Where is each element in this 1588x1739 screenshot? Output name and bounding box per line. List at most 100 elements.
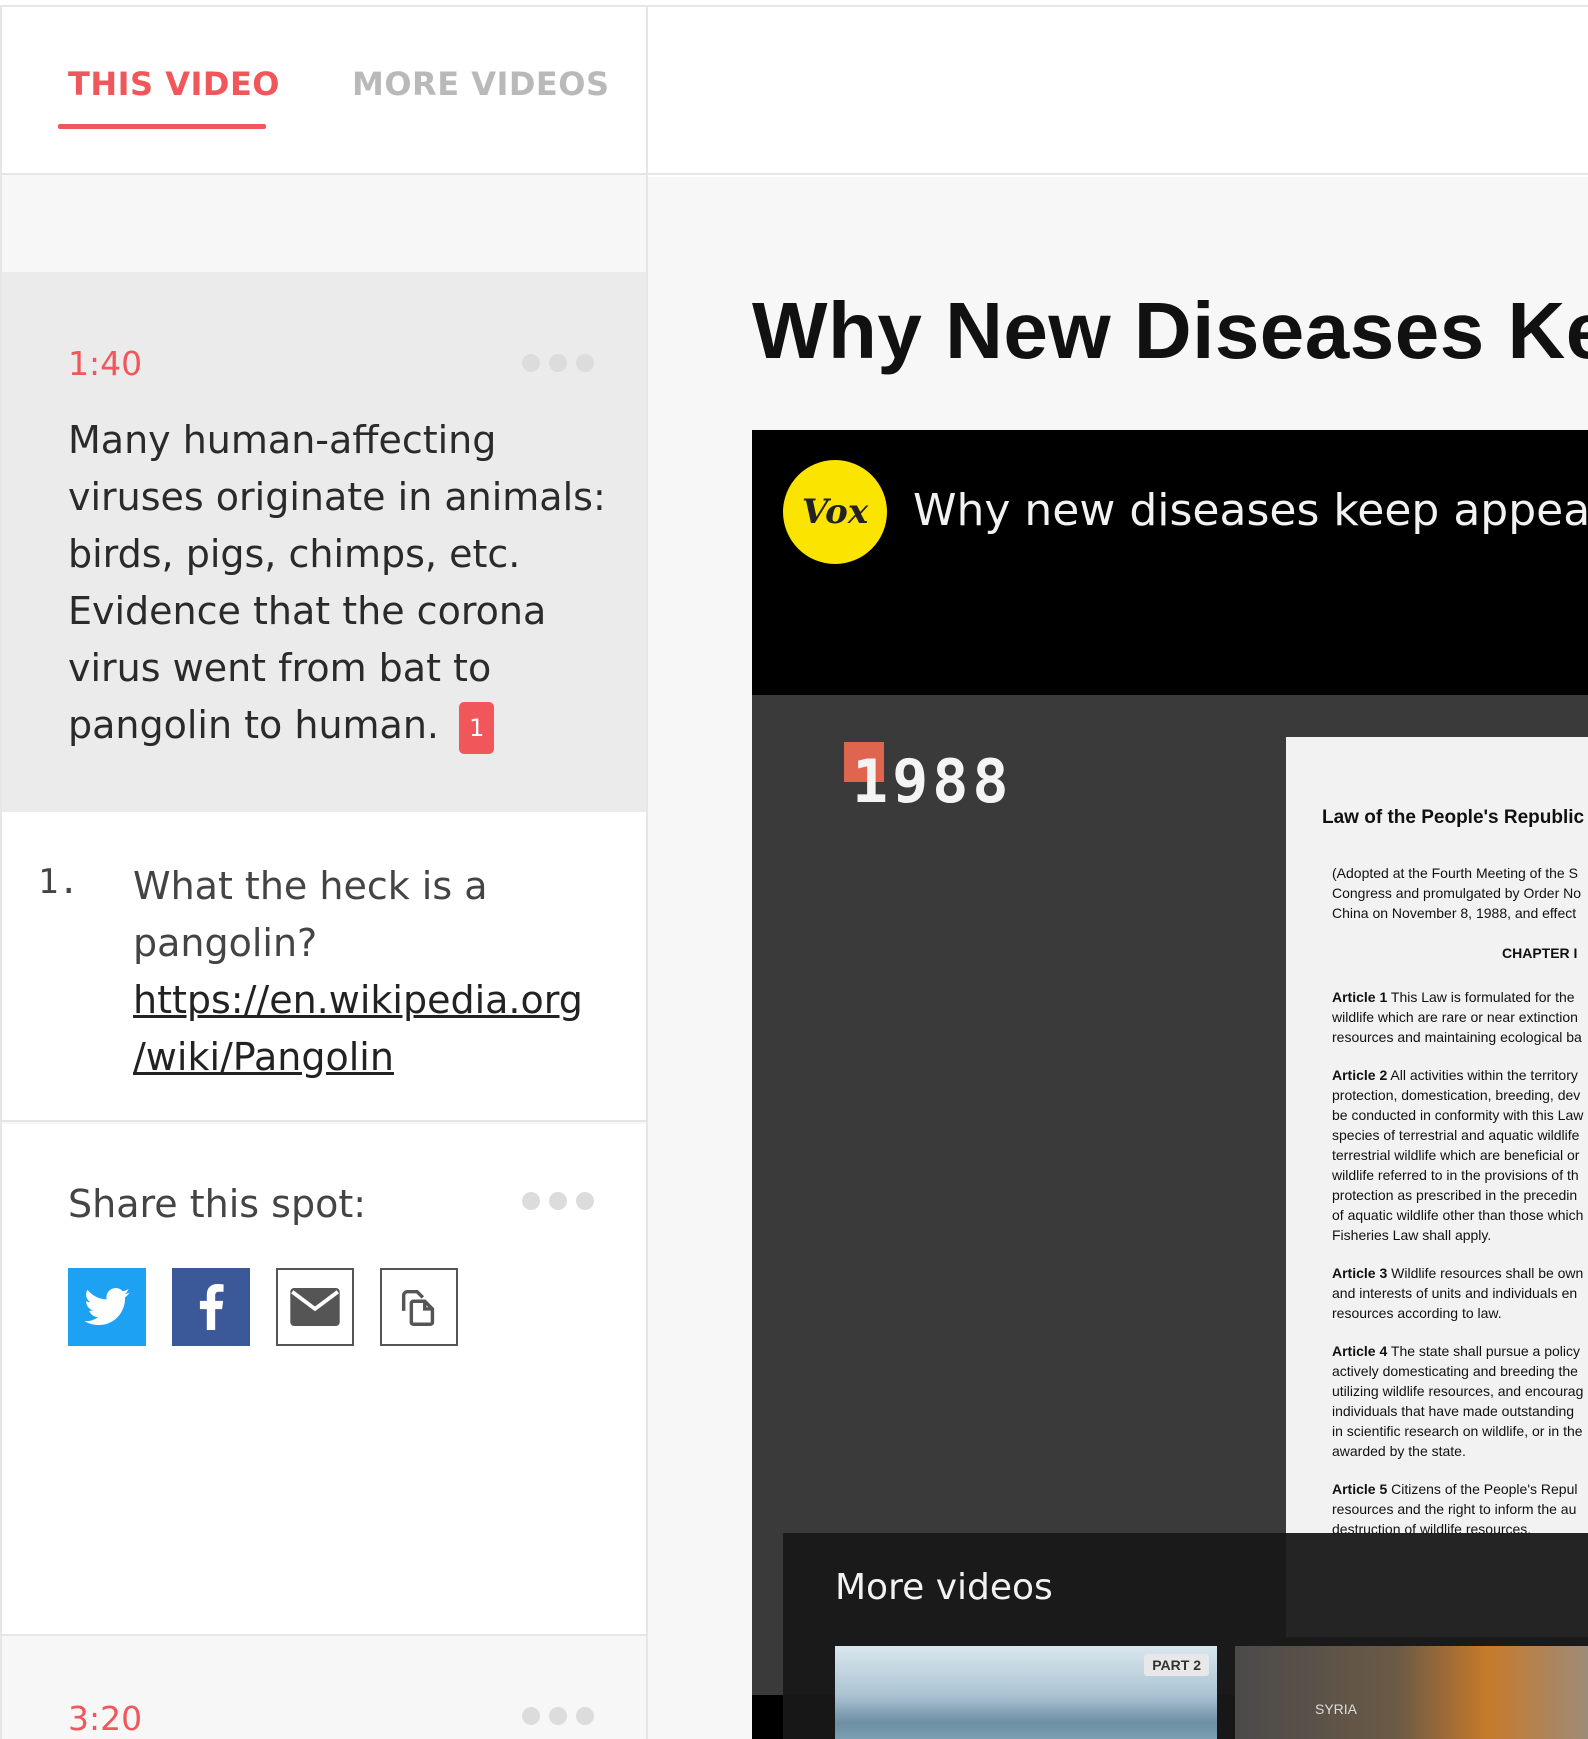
email-icon bbox=[290, 1288, 340, 1326]
doc-article-line: Article 4 The state shall pursue a polic… bbox=[1332, 1341, 1588, 1361]
note-menu-dots-icon[interactable] bbox=[522, 354, 594, 372]
reference-item: What the heck is a pangolin? https://en.… bbox=[133, 858, 603, 1086]
player-header: Vox Why new diseases keep appearin bbox=[752, 430, 1588, 695]
doc-articles: Article 1 This Law is formulated for the… bbox=[1332, 987, 1588, 1539]
more-videos-label: More videos bbox=[835, 1567, 1053, 1608]
doc-article-line: actively domesticating and breeding the bbox=[1332, 1361, 1588, 1381]
share-panel: Share this spot: bbox=[2, 1124, 646, 1636]
reference-list: 1. What the heck is a pangolin? https://… bbox=[2, 812, 646, 1122]
note-card-active[interactable]: 1:40 Many human-affecting viruses origin… bbox=[2, 272, 646, 812]
doc-article-text: resources according to law. bbox=[1332, 1305, 1502, 1321]
doc-article-line: protection, domestication, breeding, dev bbox=[1332, 1085, 1588, 1105]
share-label: Share this spot: bbox=[68, 1182, 367, 1226]
doc-article-line: be conducted in conformity with this Law bbox=[1332, 1105, 1588, 1125]
video-player[interactable]: Vox Why new diseases keep appearin 1988 … bbox=[752, 430, 1588, 1739]
doc-article-text: utilizing wildlife resources, and encour… bbox=[1332, 1383, 1584, 1399]
main-topbar bbox=[648, 7, 1588, 175]
reference-link[interactable]: https://en.wikipedia.org /wiki/Pangolin bbox=[133, 972, 603, 1086]
doc-article-line: resources and the right to inform the au bbox=[1332, 1499, 1588, 1519]
doc-article-text: Fisheries Law shall apply. bbox=[1332, 1227, 1492, 1243]
doc-article-head: Article 2 bbox=[1332, 1067, 1388, 1083]
doc-article-text: individuals that have made outstanding bbox=[1332, 1403, 1575, 1419]
doc-article-text: Wildlife resources shall be own bbox=[1391, 1265, 1584, 1281]
main-body: Why New Diseases Ke Vox Why new diseases… bbox=[648, 177, 1588, 1739]
doc-article-line: resources and maintaining ecological ba bbox=[1332, 1027, 1588, 1047]
part-badge: PART 2 bbox=[1144, 1654, 1209, 1676]
law-document: Law of the People's Republic (Adopted at… bbox=[1286, 737, 1588, 1637]
tab-this-video[interactable]: THIS VIDEO bbox=[68, 65, 280, 103]
doc-article-line: awarded by the state. bbox=[1332, 1441, 1588, 1461]
doc-article-text: protection as prescribed in the precedin bbox=[1332, 1187, 1578, 1203]
note-text: Many human-affecting viruses originate i… bbox=[68, 412, 608, 754]
twitter-icon bbox=[84, 1288, 130, 1326]
sidebar-tabs: THIS VIDEO MORE VIDEOS bbox=[2, 7, 646, 175]
doc-article-text: All activities within the territory bbox=[1390, 1067, 1578, 1083]
doc-article-line: terrestrial wildlife which are beneficia… bbox=[1332, 1145, 1588, 1165]
thumbnail-label: SYRIA bbox=[1315, 1701, 1358, 1717]
doc-article-line: wildlife referred to in the provisions o… bbox=[1332, 1165, 1588, 1185]
sidebar-spacer bbox=[2, 177, 646, 277]
share-menu-dots-icon[interactable] bbox=[522, 1192, 594, 1210]
doc-article-text: species of terrestrial and aquatic wildl… bbox=[1332, 1127, 1580, 1143]
reference-link-line1[interactable]: https://en.wikipedia.org bbox=[133, 978, 583, 1022]
doc-article-line: Article 2 All activities within the terr… bbox=[1332, 1065, 1588, 1085]
share-buttons bbox=[68, 1268, 458, 1346]
channel-logo[interactable]: Vox bbox=[783, 460, 887, 564]
note-timestamp-next[interactable]: 3:20 bbox=[68, 1699, 142, 1738]
email-share-button[interactable] bbox=[276, 1268, 354, 1346]
doc-article-line: Fisheries Law shall apply. bbox=[1332, 1225, 1588, 1245]
doc-article-line: species of terrestrial and aquatic wildl… bbox=[1332, 1125, 1588, 1145]
doc-article-line: utilizing wildlife resources, and encour… bbox=[1332, 1381, 1588, 1401]
facebook-share-button[interactable] bbox=[172, 1268, 250, 1346]
doc-preamble-line: Congress and promulgated by Order No bbox=[1332, 885, 1582, 901]
doc-article-text: and interests of units and individuals e… bbox=[1332, 1285, 1578, 1301]
doc-preamble: (Adopted at the Fourth Meeting of the S … bbox=[1332, 863, 1588, 923]
doc-article-head: Article 5 bbox=[1332, 1481, 1388, 1497]
doc-article-text: in scientific research on wildlife, or i… bbox=[1332, 1423, 1583, 1439]
doc-article-head: Article 4 bbox=[1332, 1343, 1388, 1359]
main-content: Why New Diseases Ke Vox Why new diseases… bbox=[648, 5, 1588, 1739]
doc-article-line: Article 1 This Law is formulated for the bbox=[1332, 987, 1588, 1007]
note-timestamp[interactable]: 1:40 bbox=[68, 344, 142, 383]
doc-article-text: This Law is formulated for the bbox=[1390, 989, 1575, 1005]
doc-preamble-line: China on November 8, 1988, and effect bbox=[1332, 905, 1577, 921]
doc-article-line: in scientific research on wildlife, or i… bbox=[1332, 1421, 1588, 1441]
video-thumbnail-1[interactable]: PART 2 bbox=[835, 1646, 1217, 1739]
doc-article-text: terrestrial wildlife which are beneficia… bbox=[1332, 1147, 1580, 1163]
note-body: Many human-affecting viruses originate i… bbox=[68, 418, 606, 747]
doc-article: Article 5 Citizens of the People's Repul… bbox=[1332, 1479, 1588, 1539]
doc-article-text: actively domesticating and breeding the bbox=[1332, 1363, 1578, 1379]
doc-article-line: Article 5 Citizens of the People's Repul bbox=[1332, 1479, 1588, 1499]
note-next-menu-dots-icon[interactable] bbox=[522, 1707, 594, 1725]
twitter-share-button[interactable] bbox=[68, 1268, 146, 1346]
doc-article-text: resources and maintaining ecological ba bbox=[1332, 1029, 1582, 1045]
doc-article-line: individuals that have made outstanding bbox=[1332, 1401, 1588, 1421]
video-thumbnail-2[interactable]: SYRIA bbox=[1235, 1646, 1588, 1739]
reference-number: 1. bbox=[38, 862, 79, 902]
reference-link-line2[interactable]: /wiki/Pangolin bbox=[133, 1035, 394, 1079]
doc-article-line: of aquatic wildlife other than those whi… bbox=[1332, 1205, 1588, 1225]
doc-article-text: wildlife referred to in the provisions o… bbox=[1332, 1167, 1579, 1183]
annotation-sidebar: THIS VIDEO MORE VIDEOS 1:40 Many human-a… bbox=[0, 5, 648, 1739]
tab-more-videos[interactable]: MORE VIDEOS bbox=[352, 65, 610, 103]
video-title[interactable]: Why new diseases keep appearin bbox=[913, 485, 1588, 536]
doc-article-text: Citizens of the People's Repul bbox=[1391, 1481, 1578, 1497]
note-card-next[interactable]: 3:20 bbox=[2, 1639, 646, 1739]
doc-article-line: Article 3 Wildlife resources shall be ow… bbox=[1332, 1263, 1588, 1283]
doc-article-head: Article 1 bbox=[1332, 989, 1388, 1005]
active-tab-indicator bbox=[58, 124, 266, 129]
doc-article-line: resources according to law. bbox=[1332, 1303, 1588, 1323]
doc-article: Article 3 Wildlife resources shall be ow… bbox=[1332, 1263, 1588, 1323]
doc-article-text: be conducted in conformity with this Law bbox=[1332, 1107, 1584, 1123]
facebook-icon bbox=[199, 1284, 224, 1330]
doc-chapter: CHAPTER I bbox=[1502, 945, 1578, 961]
doc-article-line: and interests of units and individuals e… bbox=[1332, 1283, 1588, 1303]
doc-article: Article 4 The state shall pursue a polic… bbox=[1332, 1341, 1588, 1461]
doc-article-text: awarded by the state. bbox=[1332, 1443, 1466, 1459]
doc-article-text: The state shall pursue a policy bbox=[1390, 1343, 1580, 1359]
copy-link-button[interactable] bbox=[380, 1268, 458, 1346]
doc-article-line: wildlife which are rare or near extincti… bbox=[1332, 1007, 1588, 1027]
reference-badge[interactable]: 1 bbox=[459, 701, 495, 754]
doc-article-head: Article 3 bbox=[1332, 1265, 1388, 1281]
doc-article-text: resources and the right to inform the au bbox=[1332, 1501, 1577, 1517]
